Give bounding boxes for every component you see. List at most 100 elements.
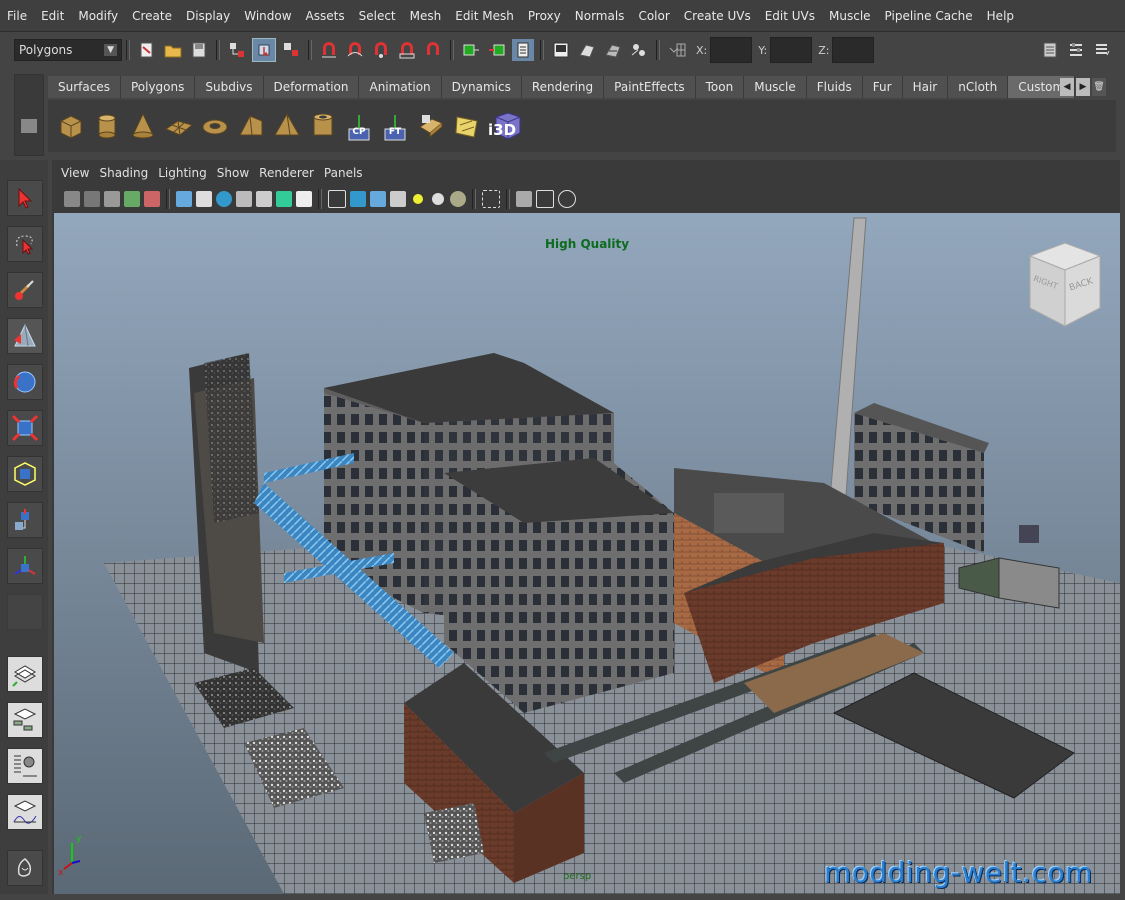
shadows-icon[interactable] xyxy=(432,193,444,205)
menu-edit-uvs[interactable]: Edit UVs xyxy=(758,0,822,32)
construction-history-icon[interactable] xyxy=(512,39,534,61)
xray-icon[interactable] xyxy=(516,191,532,207)
view-cube[interactable]: RIGHT BACK xyxy=(1025,238,1105,328)
tool-settings-icon[interactable] xyxy=(1065,39,1087,61)
menu-color[interactable]: Color xyxy=(631,0,676,32)
tab-surfaces[interactable]: Surfaces xyxy=(48,76,121,98)
output-ops-icon[interactable] xyxy=(486,39,508,61)
xray-components-icon[interactable] xyxy=(558,190,576,208)
coord-z-field[interactable] xyxy=(832,37,875,63)
camera-attributes-icon[interactable] xyxy=(84,191,100,207)
shelf-handle[interactable] xyxy=(14,74,44,156)
open-scene-icon[interactable] xyxy=(162,39,184,61)
safe-action-icon[interactable] xyxy=(276,191,292,207)
single-perspective-layout-icon[interactable] xyxy=(7,656,43,692)
menu-create[interactable]: Create xyxy=(125,0,179,32)
viewport-3d[interactable]: y x xyxy=(54,213,1120,894)
smooth-shade-icon[interactable] xyxy=(350,191,366,207)
safe-title-icon[interactable] xyxy=(296,191,312,207)
high-quality-icon[interactable] xyxy=(450,191,466,207)
poly-prism-icon[interactable] xyxy=(234,109,268,143)
menu-pipeline-cache[interactable]: Pipeline Cache xyxy=(878,0,980,32)
panel-menu-renderer[interactable]: Renderer xyxy=(254,166,319,180)
rotate-tool-icon[interactable] xyxy=(7,410,43,446)
poly-cube-icon[interactable] xyxy=(54,109,88,143)
manipulator-tool-icon[interactable] xyxy=(7,502,43,538)
select-camera-icon[interactable] xyxy=(64,191,80,207)
shelf-menu-button[interactable] xyxy=(21,119,37,133)
panel-menu-show[interactable]: Show xyxy=(212,166,254,180)
center-pivot-icon[interactable]: CP xyxy=(342,109,376,143)
tab-animation[interactable]: Animation xyxy=(359,76,442,98)
select-object-icon[interactable] xyxy=(252,38,276,62)
tab-toon[interactable]: Toon xyxy=(695,76,745,98)
i3d-export-icon[interactable]: i3D xyxy=(486,109,526,143)
panel-menu-lighting[interactable]: Lighting xyxy=(153,166,212,180)
new-scene-icon[interactable] xyxy=(136,39,158,61)
menu-muscle[interactable]: Muscle xyxy=(822,0,878,32)
hypershade-layout-icon[interactable] xyxy=(7,794,43,830)
tab-polygons[interactable]: Polygons xyxy=(120,76,196,98)
poly-pyramid-icon[interactable] xyxy=(270,109,304,143)
chevron-left-icon[interactable]: ◀ xyxy=(1060,78,1074,96)
tab-deformation[interactable]: Deformation xyxy=(263,76,360,98)
tab-fluids[interactable]: Fluids xyxy=(806,76,863,98)
chevron-right-icon[interactable]: ▶ xyxy=(1076,78,1090,96)
poly-cylinder-icon[interactable] xyxy=(90,109,124,143)
flat-shade-icon[interactable] xyxy=(370,191,386,207)
menu-proxy[interactable]: Proxy xyxy=(521,0,568,32)
menu-create-uvs[interactable]: Create UVs xyxy=(677,0,758,32)
menu-display[interactable]: Display xyxy=(179,0,237,32)
save-scene-icon[interactable] xyxy=(188,39,210,61)
menu-modify[interactable]: Modify xyxy=(71,0,125,32)
image-plane-icon[interactable] xyxy=(124,191,140,207)
soft-mod-tool-icon[interactable] xyxy=(7,318,43,354)
input-line-menu-icon[interactable] xyxy=(666,39,688,61)
freeze-transform-icon[interactable]: FT xyxy=(378,109,412,143)
attribute-editor-icon[interactable] xyxy=(1039,39,1061,61)
coord-y-field[interactable] xyxy=(770,37,813,63)
menu-edit-mesh[interactable]: Edit Mesh xyxy=(448,0,521,32)
snap-grid-icon[interactable] xyxy=(318,39,340,61)
input-ops-icon[interactable] xyxy=(460,39,482,61)
uv-layout-icon[interactable] xyxy=(450,109,484,143)
menu-help[interactable]: Help xyxy=(980,0,1021,32)
snap-view-plane-icon[interactable] xyxy=(396,39,418,61)
ipr-render-icon[interactable] xyxy=(602,39,624,61)
poly-torus-icon[interactable] xyxy=(198,109,232,143)
panel-menu-shading[interactable]: Shading xyxy=(94,166,153,180)
menu-window[interactable]: Window xyxy=(237,0,298,32)
poly-pipe-icon[interactable] xyxy=(306,109,340,143)
tab-rendering[interactable]: Rendering xyxy=(521,76,605,98)
panel-menu-view[interactable]: View xyxy=(56,166,94,180)
use-all-lights-icon[interactable] xyxy=(413,194,423,204)
coord-x-field[interactable] xyxy=(710,37,753,63)
trash-icon[interactable]: 🗑 xyxy=(1092,78,1106,96)
tab-subdivs[interactable]: Subdivs xyxy=(195,76,264,98)
resolution-gate-icon[interactable] xyxy=(216,191,232,207)
textured-icon[interactable] xyxy=(390,191,406,207)
grid-toggle-icon[interactable] xyxy=(176,191,192,207)
render-settings-icon[interactable] xyxy=(628,39,650,61)
menu-assets[interactable]: Assets xyxy=(299,0,352,32)
empty-tool-slot[interactable] xyxy=(7,594,43,630)
lasso-tool-icon[interactable] xyxy=(7,226,43,262)
tab-dynamics[interactable]: Dynamics xyxy=(441,76,522,98)
menu-mesh[interactable]: Mesh xyxy=(403,0,449,32)
menu-file[interactable]: File xyxy=(0,0,34,32)
menu-set-selector[interactable]: Polygons ▼ xyxy=(14,39,122,61)
make-live-icon[interactable] xyxy=(422,39,444,61)
outliner-layout-icon[interactable] xyxy=(7,702,43,738)
film-gate-icon[interactable] xyxy=(196,191,212,207)
uv-icon[interactable] xyxy=(414,109,448,143)
bookmarks-icon[interactable] xyxy=(104,191,120,207)
wireframe-icon[interactable] xyxy=(328,190,346,208)
field-chart-icon[interactable] xyxy=(256,191,272,207)
tab-hair[interactable]: Hair xyxy=(902,76,949,98)
poly-plane-icon[interactable] xyxy=(162,109,196,143)
render-current-frame-icon[interactable] xyxy=(576,39,598,61)
snap-curve-icon[interactable] xyxy=(344,39,366,61)
select-hierarchy-icon[interactable] xyxy=(226,39,248,61)
isolate-select-icon[interactable] xyxy=(482,190,500,208)
scale-tool-icon[interactable] xyxy=(7,456,43,492)
